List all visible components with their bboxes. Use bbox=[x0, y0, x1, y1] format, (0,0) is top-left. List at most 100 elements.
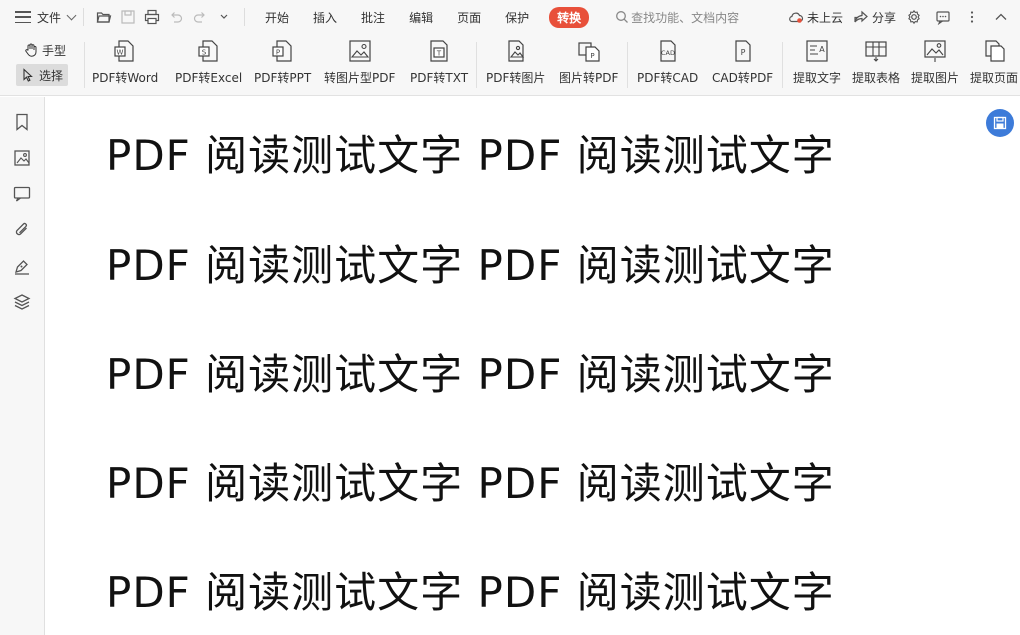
svg-text:P: P bbox=[740, 48, 745, 57]
svg-text:S: S bbox=[201, 49, 206, 57]
attachment-icon[interactable] bbox=[12, 220, 32, 240]
document-text-line: PDF 阅读测试文字 PDF 阅读测试文字 bbox=[106, 459, 835, 508]
hand-tool-button[interactable]: 手型 bbox=[19, 39, 71, 61]
tab-insert[interactable]: 插入 bbox=[301, 0, 349, 34]
chevron-down-icon bbox=[66, 10, 77, 21]
tab-page[interactable]: 页面 bbox=[445, 0, 493, 34]
tool-label: 图片转PDF bbox=[559, 71, 619, 85]
cloud-status[interactable]: 未上云 bbox=[788, 9, 843, 26]
left-sidebar bbox=[0, 97, 45, 635]
chevron-up-icon bbox=[995, 13, 1007, 20]
extract-table-icon bbox=[863, 38, 889, 64]
extract-table-button[interactable]: 提取表格 bbox=[852, 38, 900, 86]
undo-icon[interactable] bbox=[167, 8, 185, 26]
tab-annotate[interactable]: 批注 bbox=[349, 0, 397, 34]
tool-label: PDF转Excel bbox=[175, 71, 243, 85]
tab-edit[interactable]: 编辑 bbox=[397, 0, 445, 34]
tab-label: 保护 bbox=[505, 10, 530, 25]
pdf-to-cad-icon: CAD bbox=[655, 38, 681, 64]
tool-label: 转图片型PDF bbox=[324, 71, 396, 85]
layers-icon[interactable] bbox=[12, 292, 32, 312]
share-button[interactable]: 分享 bbox=[853, 9, 896, 26]
extract-text-icon: A bbox=[804, 38, 830, 64]
comment-icon[interactable] bbox=[12, 184, 32, 204]
extract-image-button[interactable]: 提取图片 bbox=[911, 38, 959, 86]
image-to-pdf-icon: P bbox=[576, 38, 602, 64]
more-menu-button[interactable] bbox=[964, 9, 983, 25]
search-box[interactable]: 查找功能、文档内容 bbox=[615, 9, 739, 26]
pdf-to-image-icon bbox=[503, 38, 529, 64]
right-tools: 未上云 分享 bbox=[778, 0, 1012, 34]
svg-text:T: T bbox=[436, 50, 442, 58]
pdf-to-txt-icon: T bbox=[426, 38, 452, 64]
pdf-to-word-button[interactable]: W PDF转Word bbox=[92, 38, 158, 86]
document-text-line: PDF 阅读测试文字 PDF 阅读测试文字 bbox=[106, 241, 835, 290]
extract-text-button[interactable]: A 提取文字 bbox=[793, 38, 841, 86]
hand-tool-label: 手型 bbox=[42, 43, 67, 58]
settings-button[interactable] bbox=[906, 9, 925, 25]
open-folder-icon[interactable] bbox=[95, 8, 113, 26]
select-tool-label: 选择 bbox=[39, 68, 64, 83]
pdf-to-cad-button[interactable]: CAD PDF转CAD bbox=[637, 38, 698, 86]
collapse-ribbon-button[interactable] bbox=[993, 9, 1012, 25]
print-icon[interactable] bbox=[143, 8, 161, 26]
tool-label: CAD转PDF bbox=[712, 71, 774, 85]
extract-page-button[interactable]: 提取页面 bbox=[970, 38, 1018, 86]
divider bbox=[476, 42, 477, 88]
tab-label: 批注 bbox=[361, 10, 386, 25]
save-icon bbox=[993, 116, 1007, 130]
svg-text:P: P bbox=[590, 52, 594, 60]
save-icon[interactable] bbox=[119, 8, 137, 26]
document-text-line: PDF 阅读测试文字 PDF 阅读测试文字 bbox=[106, 568, 835, 617]
pdf-to-image-button[interactable]: PDF转图片 bbox=[486, 38, 545, 86]
signature-pen-icon[interactable] bbox=[12, 256, 32, 276]
pdf-to-txt-button[interactable]: T PDF转TXT bbox=[410, 38, 468, 86]
pdf-to-excel-button[interactable]: S PDF转Excel bbox=[175, 38, 242, 86]
tool-label: 提取图片 bbox=[911, 71, 960, 85]
image-to-pdf-button[interactable]: P 图片转PDF bbox=[559, 38, 618, 86]
tool-label: 提取文字 bbox=[793, 71, 842, 85]
cursor-arrow-icon bbox=[23, 68, 33, 82]
extract-image-icon bbox=[922, 38, 948, 64]
thumbnail-image-icon[interactable] bbox=[12, 148, 32, 168]
divider bbox=[84, 42, 85, 88]
gear-icon bbox=[908, 9, 920, 25]
tool-label: PDF转PPT bbox=[254, 71, 312, 85]
pdf-to-word-icon: W bbox=[112, 38, 138, 64]
pdf-to-excel-icon: S bbox=[196, 38, 222, 64]
tab-start[interactable]: 开始 bbox=[253, 0, 301, 34]
cad-to-pdf-button[interactable]: P CAD转PDF bbox=[712, 38, 773, 86]
tool-label: 提取表格 bbox=[852, 71, 901, 85]
tool-label: PDF转TXT bbox=[410, 71, 469, 85]
extract-page-icon bbox=[981, 38, 1007, 64]
file-menu-label: 文件 bbox=[37, 10, 62, 25]
menu-bar: 文件 开始 插入 批注 编辑 页面 保护 转换 查找功能、文档内容 未上云 分享 bbox=[0, 0, 1020, 34]
select-tool-button[interactable]: 选择 bbox=[16, 64, 69, 86]
floating-save-button[interactable] bbox=[986, 109, 1014, 137]
cloud-status-label: 未上云 bbox=[806, 10, 843, 25]
tab-label: 编辑 bbox=[409, 10, 434, 25]
file-menu[interactable]: 文件 bbox=[0, 0, 77, 34]
tab-protect[interactable]: 保护 bbox=[493, 0, 541, 34]
tab-label: 转换 bbox=[549, 6, 590, 28]
tool-label: 提取页面 bbox=[970, 71, 1019, 85]
redo-icon[interactable] bbox=[191, 8, 209, 26]
bookmark-icon[interactable] bbox=[12, 112, 32, 132]
to-image-pdf-button[interactable]: 转图片型PDF bbox=[324, 38, 395, 86]
svg-text:A: A bbox=[819, 45, 825, 54]
search-icon bbox=[616, 11, 629, 23]
document-view[interactable]: PDF 阅读测试文字 PDF 阅读测试文字 PDF 阅读测试文字 PDF 阅读测… bbox=[46, 97, 1020, 635]
more-quick-tools-icon[interactable] bbox=[215, 8, 233, 26]
tab-convert[interactable]: 转换 bbox=[549, 0, 590, 34]
svg-text:W: W bbox=[117, 49, 124, 57]
tab-label: 开始 bbox=[265, 10, 290, 25]
hand-icon bbox=[25, 43, 37, 57]
svg-text:CAD: CAD bbox=[661, 49, 675, 57]
divider bbox=[627, 42, 628, 88]
tool-label: PDF转图片 bbox=[486, 71, 546, 85]
comment-button[interactable] bbox=[935, 9, 954, 25]
divider bbox=[83, 8, 85, 26]
tab-label: 插入 bbox=[313, 10, 338, 25]
svg-text:P: P bbox=[275, 49, 279, 57]
pdf-to-ppt-button[interactable]: P PDF转PPT bbox=[254, 38, 311, 86]
